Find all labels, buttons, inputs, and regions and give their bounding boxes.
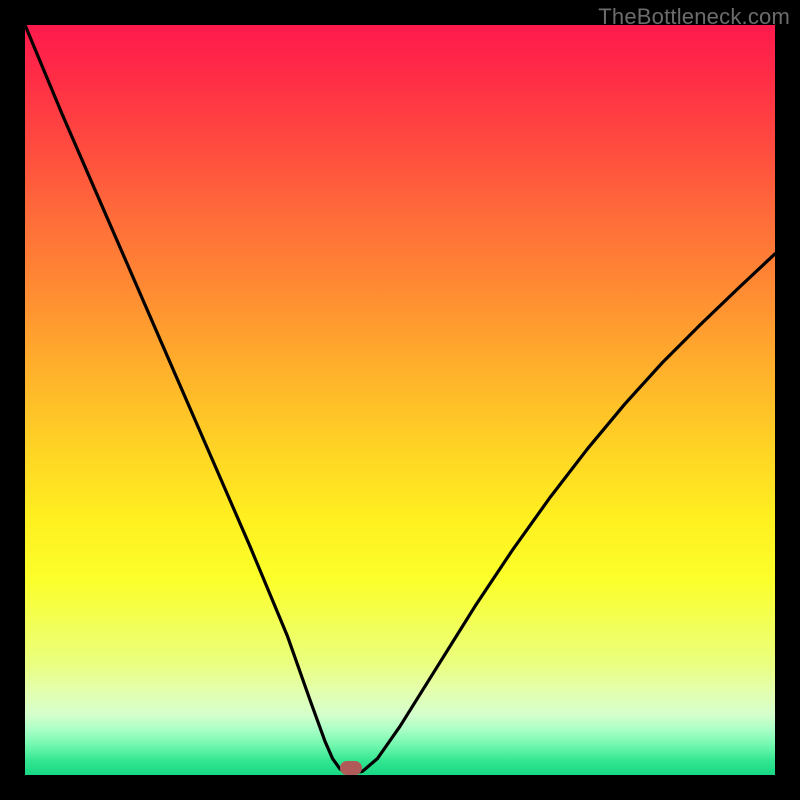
heat-gradient-background [25, 25, 775, 775]
chart-frame: TheBottleneck.com [0, 0, 800, 800]
plot-area [25, 25, 775, 775]
